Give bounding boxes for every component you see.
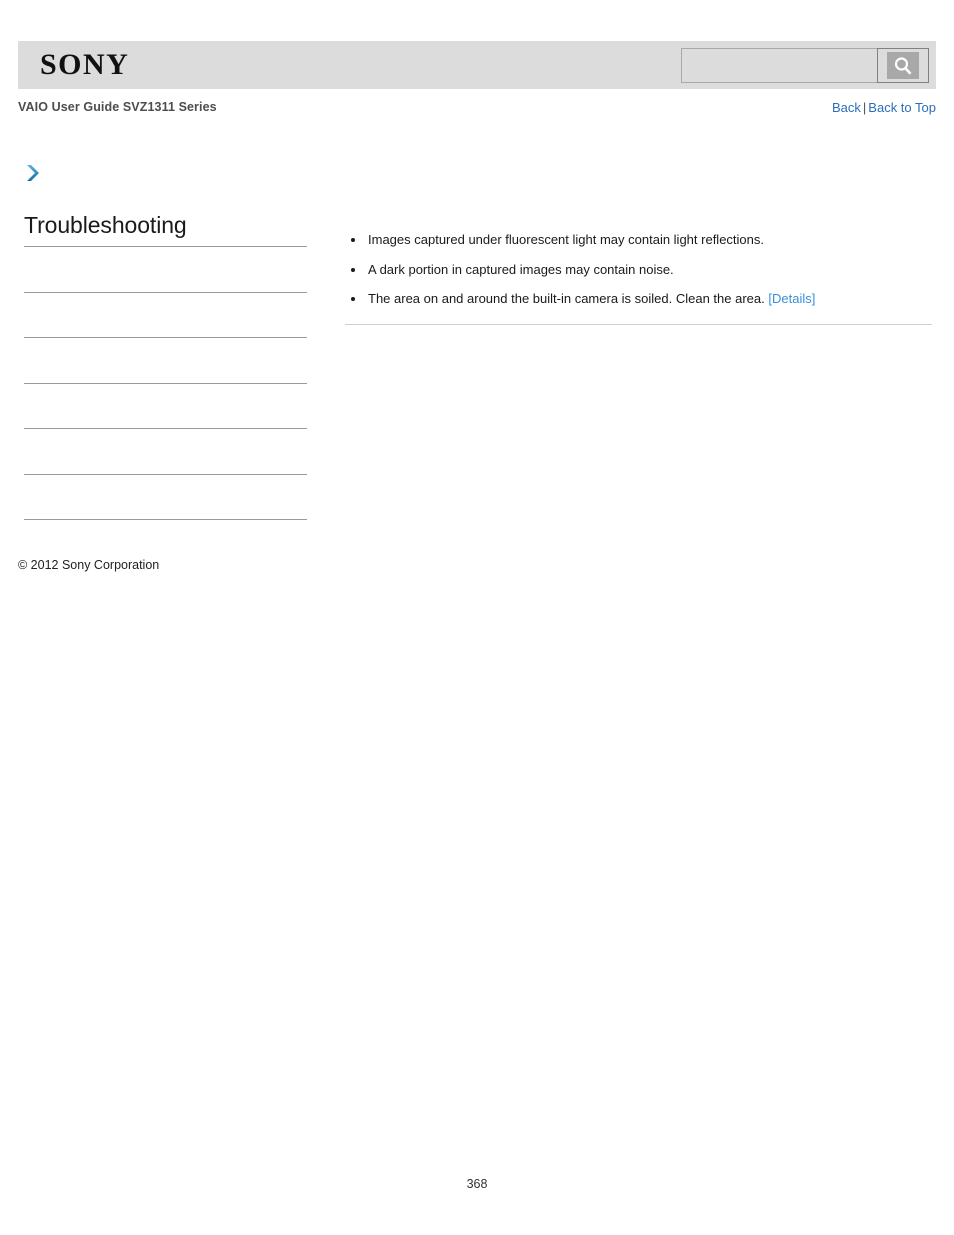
bullet-dot-icon (351, 297, 355, 301)
sidebar: Troubleshooting (24, 210, 307, 520)
main-content: Images captured under fluorescent light … (345, 232, 932, 333)
back-to-top-link[interactable]: Back to Top (868, 100, 936, 115)
sidebar-item[interactable] (24, 293, 307, 338)
list-item: Images captured under fluorescent light … (345, 232, 932, 248)
list-item-text: The area on and around the built-in came… (368, 291, 765, 306)
search-input[interactable] (681, 48, 877, 83)
list-item: The area on and around the built-in came… (345, 291, 932, 307)
sidebar-item[interactable] (24, 384, 307, 429)
header-bar: SONY (18, 41, 936, 89)
back-link[interactable]: Back (832, 100, 861, 115)
sidebar-item[interactable] (24, 429, 307, 475)
details-link[interactable]: [Details] (768, 291, 815, 306)
list-item: A dark portion in captured images may co… (345, 262, 932, 278)
search-icon (887, 52, 919, 79)
page-title: VAIO User Guide SVZ1311 Series (18, 100, 217, 114)
sony-logo: SONY (40, 48, 130, 81)
sidebar-item[interactable] (24, 475, 307, 520)
bullet-dot-icon (351, 238, 355, 242)
content-divider (345, 324, 932, 325)
page-number: 368 (466, 1177, 488, 1191)
header-nav-links: Back | Back to Top (832, 100, 936, 115)
list-item-text: A dark portion in captured images may co… (368, 261, 674, 277)
bullet-list: Images captured under fluorescent light … (345, 232, 932, 307)
list-item-text: Images captured under fluorescent light … (368, 232, 764, 247)
subheader-row: VAIO User Guide SVZ1311 Series Back | Back… (18, 100, 936, 122)
chevron-right-icon[interactable] (25, 163, 43, 183)
sidebar-item[interactable] (24, 247, 307, 293)
search-container (681, 48, 929, 83)
copyright-text: © 2012 Sony Corporation (18, 558, 160, 572)
search-button[interactable] (877, 48, 929, 83)
sidebar-title: Troubleshooting (24, 210, 307, 247)
sidebar-item[interactable] (24, 338, 307, 384)
bullet-dot-icon (351, 267, 355, 272)
